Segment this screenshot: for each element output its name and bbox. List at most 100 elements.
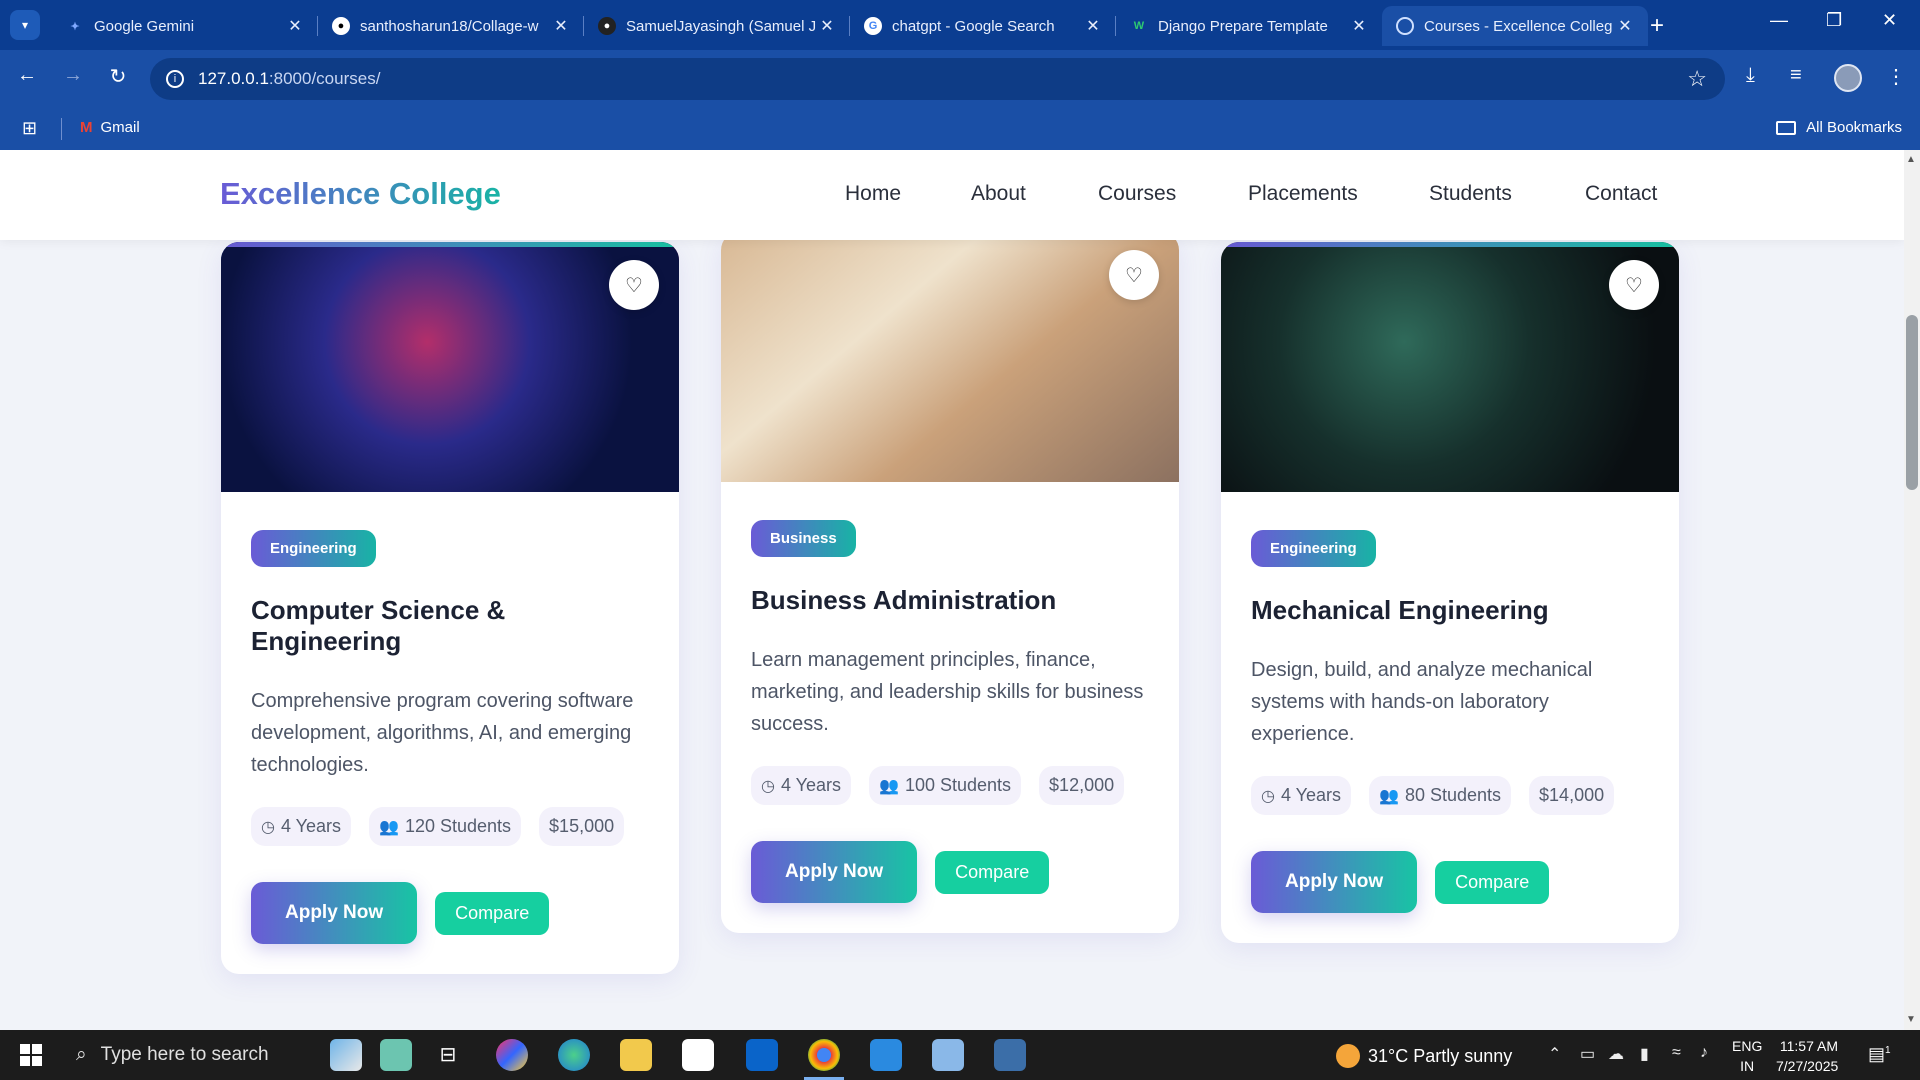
apps-grid-icon[interactable]: ⊞ [22,118,37,139]
heart-icon[interactable]: ♡ [1109,250,1159,300]
url-host: 127.0.0.1 [198,69,269,88]
w-icon: W [1133,20,1145,32]
browser-tab-bar: ▾ ✦ Google Gemini ✕ ● santhosharun18/Col… [0,0,1920,50]
course-image: ♡ [721,232,1179,482]
apply-now-button[interactable]: Apply Now [251,882,418,944]
tab-github-collage[interactable]: ● santhosharun18/Collage-w ✕ [318,6,584,46]
tab-courses[interactable]: Courses - Excellence Colleg ✕ [1382,6,1648,46]
task-view-icon[interactable]: ⊟ [432,1039,464,1071]
duration-value: 4 Years [1280,785,1342,805]
restore-icon[interactable]: ❐ [1826,10,1842,31]
bookmark-gmail[interactable]: M Gmail [80,119,140,136]
snipping-tool-icon[interactable] [994,1039,1026,1071]
close-icon[interactable]: ✕ [1084,16,1102,36]
close-icon[interactable]: ✕ [286,16,304,36]
vscode-icon[interactable] [870,1039,902,1071]
language-indicator[interactable]: ENG IN [1732,1036,1762,1076]
taskbar-search[interactable]: ⌕ Type here to search [62,1030,342,1080]
battery-icon[interactable]: ▮ [1640,1044,1649,1064]
nav-contact[interactable]: Contact [1585,182,1657,206]
chevron-up-icon[interactable]: ⌃ [1548,1044,1561,1064]
tab-gemini[interactable]: ✦ Google Gemini ✕ [52,6,318,46]
course-card-business: ♡ Business Business Administration Learn… [721,232,1179,933]
course-image: ♡ [1221,242,1679,492]
tab-title: santhosharun18/Collage-w [360,17,539,35]
tab-strip: ✦ Google Gemini ✕ ● santhosharun18/Colla… [52,6,1648,50]
nav-placements[interactable]: Placements [1248,182,1358,206]
scroll-thumb[interactable] [1906,315,1918,490]
close-icon[interactable]: ✕ [818,16,836,36]
heart-icon[interactable]: ♡ [609,260,659,310]
minimize-icon[interactable]: — [1770,10,1788,31]
nav-courses[interactable]: Courses [1098,182,1176,206]
students-chip: 👥 100 Students [869,766,1022,805]
file-explorer-icon[interactable] [620,1039,652,1071]
nav-about[interactable]: About [971,182,1026,206]
compare-button[interactable]: Compare [935,850,1050,894]
apply-now-button[interactable]: Apply Now [751,841,918,903]
scroll-down-icon[interactable]: ▼ [1906,1014,1916,1025]
address-bar[interactable]: i 127.0.0.1:8000/courses/ ☆ [150,58,1725,100]
compare-button[interactable]: Compare [1435,860,1550,904]
close-window-icon[interactable]: ✕ [1882,10,1897,31]
page-scrollbar[interactable] [1904,150,1920,1030]
bookmark-star-icon[interactable]: ☆ [1687,66,1707,92]
volume-icon[interactable]: ♪ [1700,1044,1708,1062]
weather-text: 31°C Partly sunny [1368,1045,1513,1066]
control-panel-icon[interactable] [932,1039,964,1071]
nav-home[interactable]: Home [845,182,901,206]
course-title: Computer Science & Engineering [251,595,506,656]
profile-avatar[interactable] [1834,64,1862,92]
folder-icon [1776,120,1797,135]
copilot-icon[interactable] [496,1039,528,1071]
card-accent-bar [221,242,679,247]
site-info-icon[interactable]: i [166,70,184,88]
reload-icon[interactable]: ↻ [103,64,133,89]
tab-django[interactable]: W Django Prepare Template ✕ [1116,6,1382,46]
store-icon[interactable] [682,1039,714,1071]
windows-start-icon[interactable] [20,1044,42,1066]
site-logo[interactable]: Excellence College [220,176,501,212]
duration-chip: ◷ 4 Years [251,807,352,846]
luggage-icon[interactable] [380,1039,412,1071]
all-bookmarks[interactable]: All Bookmarks [1776,119,1902,136]
compare-button[interactable]: Compare [435,891,550,935]
close-icon[interactable]: ✕ [1350,16,1368,36]
apply-now-button[interactable]: Apply Now [1251,851,1418,913]
lang-code: ENG [1732,1038,1763,1054]
menu-icon[interactable]: ⋮ [1886,64,1906,89]
clock-time: 11:57 AM [1779,1038,1838,1054]
news-widget-icon[interactable] [330,1039,362,1071]
tab-google-search[interactable]: G chatgpt - Google Search ✕ [850,6,1116,46]
partly-sunny-icon [1336,1044,1360,1068]
outlook-icon[interactable] [746,1039,778,1071]
edge-icon[interactable] [558,1039,590,1071]
duration-value: 4 Years [280,816,342,836]
bookmarks-bar: ⊞ M Gmail All Bookmarks [0,108,1920,150]
tab-title: Courses - Excellence Colleg [1424,17,1613,35]
browser-toolbar: ← → ↻ i 127.0.0.1:8000/courses/ ☆ ⤓ ≡ ⋮ [0,50,1920,108]
close-icon[interactable]: ✕ [552,16,570,36]
close-icon[interactable]: ✕ [1616,16,1634,36]
heart-icon[interactable]: ♡ [1609,260,1659,310]
gemini-icon: ✦ [70,20,80,33]
nav-students[interactable]: Students [1429,182,1512,206]
fee-chip: $14,000 [1529,776,1615,815]
course-description: Design, build, and analyze mechanical sy… [1251,659,1593,745]
device-icon[interactable]: ▭ [1580,1044,1595,1064]
onedrive-icon[interactable]: ☁ [1608,1044,1624,1064]
wifi-icon[interactable]: ≈ [1672,1044,1681,1062]
notification-icon[interactable]: ▤1 [1868,1044,1891,1065]
chrome-icon[interactable] [808,1039,840,1071]
system-clock[interactable]: 11:57 AM 7/27/2025 [1776,1036,1838,1076]
download-icon[interactable]: ⤓ [1746,64,1755,87]
scroll-up-icon[interactable]: ▲ [1906,154,1916,165]
tab-search-button[interactable]: ▾ [10,10,40,40]
forward-icon[interactable]: → [58,64,88,87]
back-icon[interactable]: ← [12,64,42,87]
tab-title: Google Gemini [94,17,195,35]
tab-github-samuel[interactable]: ● SamuelJayasingh (Samuel J ✕ [584,6,850,46]
new-tab-button[interactable]: + [1650,12,1664,40]
media-control-icon[interactable]: ≡ [1790,64,1802,87]
weather-widget[interactable]: 31°C Partly sunny [1336,1044,1512,1068]
